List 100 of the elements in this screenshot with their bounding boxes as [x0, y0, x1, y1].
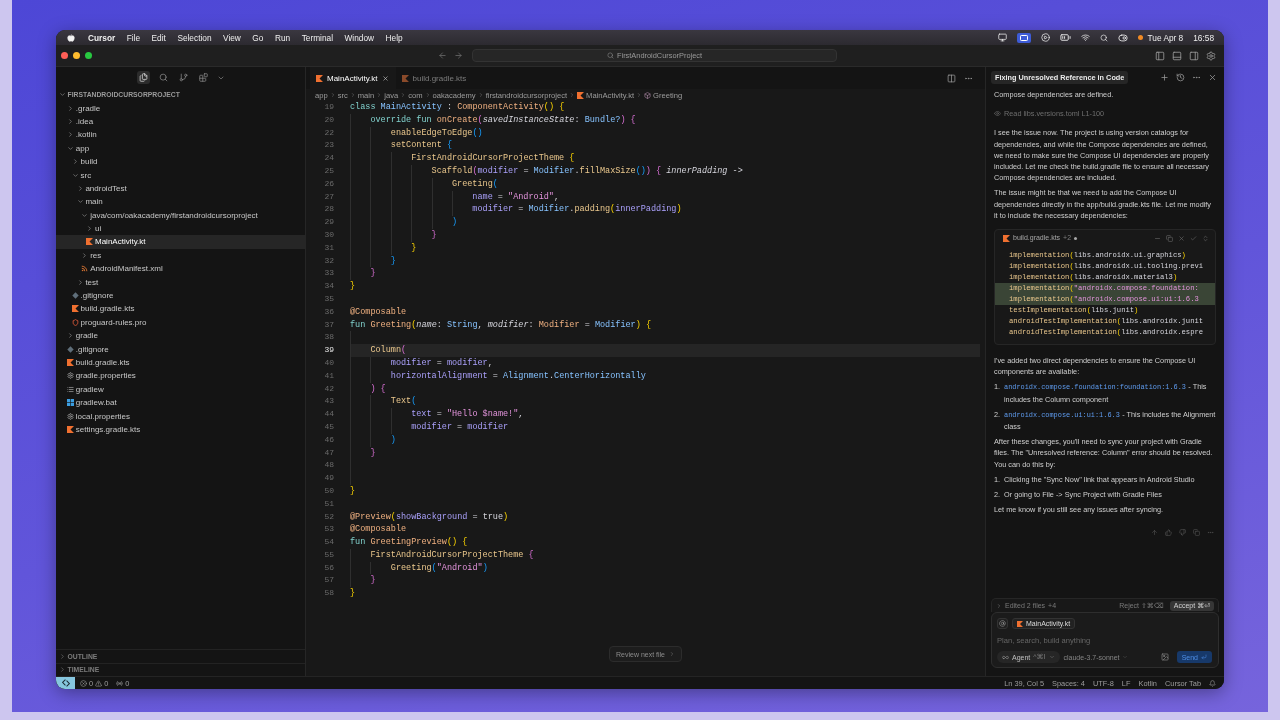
back-button[interactable] — [438, 51, 447, 60]
tree-entry[interactable]: proguard-rules.pro — [71, 317, 147, 327]
tree-entry[interactable]: gradlew.bat — [67, 398, 117, 408]
folder-entry[interactable]: gradle — [67, 331, 99, 341]
search-icon[interactable] — [1099, 33, 1108, 42]
menu-item[interactable]: File — [126, 32, 141, 43]
screen-icon[interactable] — [1016, 32, 1031, 43]
tree-entry[interactable]: build.gradle.kts — [67, 358, 130, 367]
line-number: 24 — [323, 152, 334, 165]
remote-button[interactable] — [56, 677, 75, 689]
minimize-window-button[interactable] — [73, 52, 80, 59]
folder-entry[interactable]: src — [71, 170, 92, 180]
tree-entry[interactable]: settings.gradle.kts — [67, 424, 141, 434]
line-number: 55 — [323, 548, 334, 561]
check-icon[interactable] — [1190, 234, 1197, 242]
more-icon[interactable] — [1192, 73, 1201, 82]
image-icon[interactable] — [1160, 653, 1169, 661]
tree-entry[interactable]: AndroidManifest.xml — [81, 264, 163, 274]
code-line: enableEdgeToEdge() — [390, 126, 483, 140]
menu-item[interactable]: Run — [274, 32, 291, 43]
line-number: 29 — [323, 216, 334, 229]
tree-entry[interactable]: .gitignore — [71, 291, 114, 301]
folder-entry[interactable]: androidTest — [76, 183, 127, 193]
zoom-window-button[interactable] — [85, 52, 92, 59]
code-line: modifier = modifier, — [390, 356, 493, 370]
menu-item[interactable]: Window — [344, 32, 375, 43]
windows-icon — [67, 399, 74, 407]
toggle-icon[interactable] — [1117, 32, 1128, 43]
line-number: 20 — [323, 113, 334, 126]
at-icon — [999, 620, 1006, 627]
line-number: 56 — [323, 561, 334, 574]
code-line: horizontalAlignment = Alignment.CenterHorizontally — [390, 369, 646, 383]
tree-entry[interactable]: build.gradle.kts — [71, 304, 135, 314]
wifi-icon[interactable] — [1080, 33, 1090, 42]
code-line: } — [370, 267, 376, 281]
folder-entry[interactable]: test — [76, 277, 99, 287]
folder-entry[interactable]: main — [76, 197, 103, 207]
line-number: 44 — [323, 408, 334, 421]
code-line: override fun onCreate(savedInstanceState: Bundle?) { — [370, 113, 636, 127]
split-editor-icon[interactable] — [947, 73, 956, 83]
tree-entry[interactable]: local.properties — [67, 411, 131, 421]
bell-icon[interactable] — [1209, 679, 1216, 687]
app-menu[interactable]: Cursor — [88, 32, 116, 43]
menu-item[interactable]: View — [223, 32, 241, 43]
folder-entry[interactable]: ui — [86, 224, 102, 234]
rss-icon — [81, 265, 89, 273]
line-number: 40 — [323, 356, 334, 369]
menu-item[interactable]: Help — [385, 32, 403, 43]
view-tab[interactable] — [136, 71, 150, 84]
error-icon — [80, 679, 87, 687]
tree-entry[interactable]: gradle.properties — [67, 371, 136, 381]
menu-item[interactable]: Go — [252, 32, 264, 43]
play-icon[interactable] — [1040, 33, 1050, 42]
line-number: 42 — [323, 382, 334, 395]
code-line: class MainActivity : ComponentActivity() { — [350, 101, 565, 114]
line-number: 54 — [323, 536, 334, 549]
folder-entry[interactable]: build — [71, 157, 98, 167]
secondary-sidebar-toggle-icon[interactable] — [1189, 50, 1199, 61]
history-icon[interactable] — [1176, 73, 1185, 82]
line-number: 37 — [323, 318, 334, 331]
panel-toggle-icon[interactable] — [1172, 50, 1182, 61]
folder-entry[interactable]: .idea — [67, 116, 94, 126]
close-icon[interactable] — [1208, 73, 1217, 82]
menu-bar-time: 16:58 — [1193, 32, 1214, 43]
code-line: Greeting( — [451, 177, 498, 191]
line-number: 45 — [323, 420, 334, 433]
thumbs-down-icon[interactable] — [1179, 529, 1186, 537]
tree-entry[interactable]: .gitignore — [67, 344, 109, 354]
code-line: setContent { — [390, 139, 452, 153]
kotlin-icon — [316, 74, 323, 82]
settings-icon[interactable] — [1206, 50, 1216, 61]
tree-entry[interactable]: MainActivity.kt — [86, 237, 146, 247]
close-icon[interactable] — [381, 74, 389, 82]
forward-button[interactable] — [454, 51, 463, 60]
battery-icon[interactable] — [1059, 32, 1071, 43]
folder-entry[interactable]: app — [67, 143, 90, 153]
folder-entry[interactable]: .kotlin — [67, 130, 97, 140]
menu-item[interactable]: Terminal — [301, 32, 334, 43]
chevron-right-icon — [669, 651, 675, 657]
folder-entry[interactable]: .gradle — [67, 103, 101, 113]
folder-entry[interactable]: java/com/oakacademy/firstandroidcursorproject — [81, 210, 258, 220]
kotlin-icon — [67, 425, 74, 433]
line-number: 33 — [323, 267, 334, 280]
menu-item[interactable]: Selection — [177, 32, 212, 43]
thumbs-up-icon[interactable] — [1165, 529, 1172, 537]
editor-tab[interactable]: MainActivity.kt — [310, 67, 396, 89]
apple-icon[interactable] — [67, 33, 75, 42]
mention-button[interactable] — [997, 618, 1008, 629]
editor-tab[interactable]: build.gradle.kts — [395, 67, 474, 89]
line-number: 34 — [323, 280, 334, 293]
plus-icon[interactable] — [1160, 73, 1169, 82]
menu-item[interactable]: Edit — [151, 32, 166, 43]
view-tab[interactable] — [196, 71, 210, 84]
monitor-icon[interactable] — [997, 33, 1007, 42]
folder-entry[interactable]: res — [81, 250, 102, 260]
sidebar-toggle-icon[interactable] — [1155, 50, 1165, 61]
close-window-button[interactable] — [61, 52, 68, 59]
breadcrumb-separator-icon — [376, 92, 383, 98]
tree-entry[interactable]: gradlew — [67, 384, 104, 394]
search-icon — [158, 73, 168, 82]
